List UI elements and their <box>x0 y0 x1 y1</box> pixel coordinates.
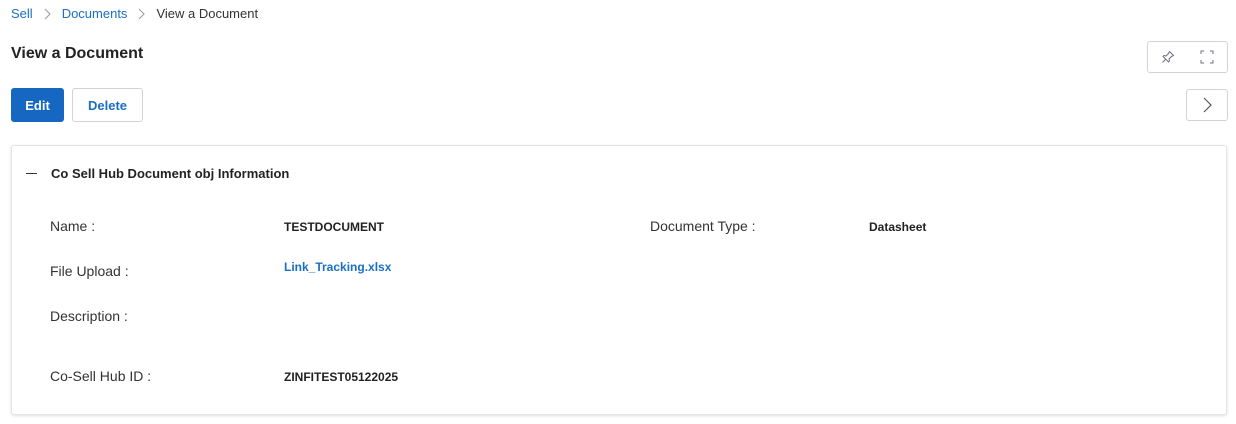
name-value: TESTDOCUMENT <box>284 220 384 234</box>
fullscreen-button[interactable] <box>1187 41 1228 73</box>
chevron-right-icon <box>138 8 146 20</box>
file-upload-label: File Upload : <box>50 263 129 279</box>
chevron-right-icon <box>1203 97 1212 113</box>
delete-button[interactable]: Delete <box>72 88 143 122</box>
section-header[interactable]: Co Sell Hub Document obj Information <box>26 166 289 181</box>
description-label: Description : <box>50 308 128 324</box>
breadcrumb-sell[interactable]: Sell <box>11 6 33 22</box>
pin-button[interactable] <box>1147 41 1188 73</box>
document-type-value: Datasheet <box>869 220 927 234</box>
document-info-panel: Co Sell Hub Document obj Information Nam… <box>11 145 1227 415</box>
section-title: Co Sell Hub Document obj Information <box>51 166 290 181</box>
breadcrumb-current: View a Document <box>156 6 259 21</box>
minus-icon[interactable] <box>26 173 37 174</box>
file-upload-link[interactable]: Link_Tracking.xlsx <box>284 260 391 274</box>
breadcrumb: Sell Documents View a Document <box>11 6 258 22</box>
pin-icon <box>1161 50 1175 64</box>
name-label: Name : <box>50 218 96 234</box>
document-type-label: Document Type : <box>650 218 756 234</box>
fullscreen-icon <box>1200 50 1214 64</box>
chevron-right-icon <box>44 8 51 20</box>
page-title: View a Document <box>11 45 144 62</box>
breadcrumb-documents[interactable]: Documents <box>62 6 128 22</box>
next-record-button[interactable] <box>1186 89 1228 121</box>
edit-button[interactable]: Edit <box>11 88 64 122</box>
cosell-hub-id-label: Co-Sell Hub ID : <box>50 368 152 384</box>
cosell-hub-id-value: ZINFITEST05122025 <box>284 370 399 384</box>
